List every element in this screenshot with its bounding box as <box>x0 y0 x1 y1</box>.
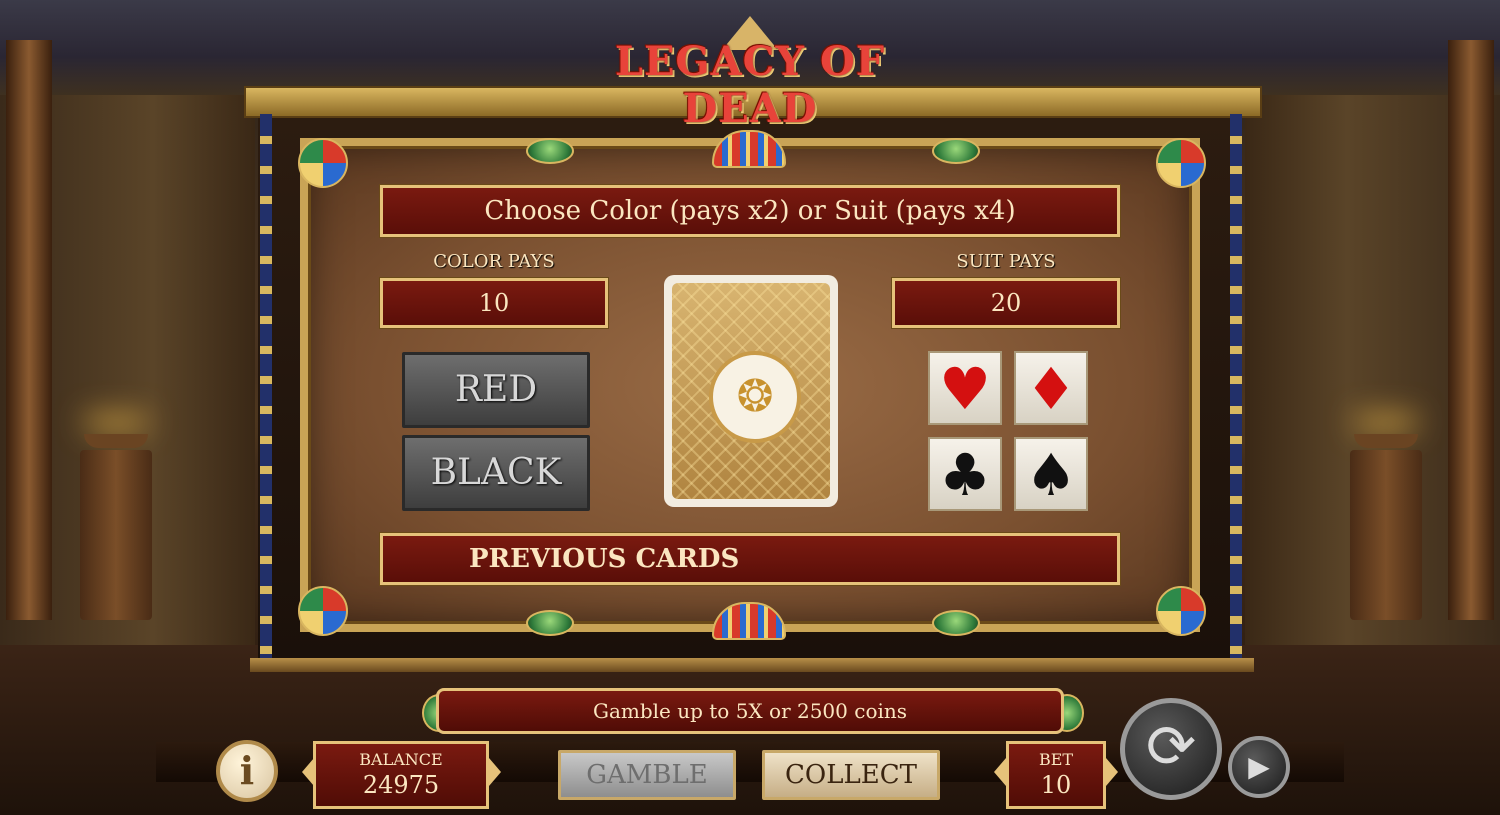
clubs-button[interactable]: ♣ <box>928 437 1002 511</box>
temple-base <box>250 658 1254 672</box>
game-title: LEGACY OF DEAD <box>614 38 886 132</box>
balance-display: BALANCE 24975 <box>313 741 489 809</box>
spin-icon: ⟳ <box>1145 712 1197 782</box>
balance-label: BALANCE <box>359 750 443 769</box>
bet-decrease-icon[interactable] <box>994 758 1006 786</box>
gamble-instruction: Choose Color (pays x2) or Suit (pays x4) <box>380 185 1120 237</box>
bet-label: BET <box>1038 750 1074 769</box>
scarab-gem-icon <box>526 138 574 164</box>
suit-pays-value: 20 <box>892 278 1120 328</box>
info-icon: i <box>239 748 255 793</box>
left-pedestal <box>80 450 152 620</box>
balance-right-arrow-icon <box>489 758 501 786</box>
corner-ornament-icon <box>298 138 348 188</box>
bet-value: 10 <box>1040 771 1072 799</box>
info-button[interactable]: i <box>216 740 278 802</box>
corner-ornament-icon <box>298 586 348 636</box>
black-button[interactable]: BLACK <box>402 435 590 511</box>
color-pays-label: COLOR PAYS <box>433 251 555 272</box>
scarab-gem-icon <box>526 610 574 636</box>
game-logo: LEGACY OF DEAD <box>560 16 940 132</box>
club-icon: ♣ <box>939 441 991 509</box>
scarab-gem-icon <box>932 610 980 636</box>
diamond-icon: ♦ <box>1025 355 1077 423</box>
spin-button[interactable]: ⟳ <box>1120 698 1222 800</box>
spades-button[interactable]: ♠ <box>1014 437 1088 511</box>
spade-icon: ♠ <box>1025 441 1077 509</box>
right-fire-bowl <box>1354 434 1418 448</box>
face-down-card: ❂ <box>664 275 838 507</box>
suit-pays-label: SUIT PAYS <box>956 251 1056 272</box>
collect-button[interactable]: COLLECT <box>762 750 940 800</box>
previous-cards-bar: PREVIOUS CARDS <box>380 533 1120 585</box>
scarab-icon: ❂ <box>736 371 774 422</box>
autoplay-button[interactable]: ▶ <box>1228 736 1290 798</box>
scarab-gem-icon <box>932 138 980 164</box>
right-pillar <box>1448 40 1494 620</box>
left-frame-stripe <box>260 114 272 660</box>
diamonds-button[interactable]: ♦ <box>1014 351 1088 425</box>
gamble-limit-message: Gamble up to 5X or 2500 coins <box>436 688 1064 734</box>
hearts-button[interactable]: ♥ <box>928 351 1002 425</box>
bet-increase-icon[interactable] <box>1106 758 1118 786</box>
heart-icon: ♥ <box>939 355 991 423</box>
color-pays-value: 10 <box>380 278 608 328</box>
autoplay-icon: ▶ <box>1248 750 1270 783</box>
left-pillar <box>6 40 52 620</box>
right-pedestal <box>1350 450 1422 620</box>
corner-ornament-icon <box>1156 586 1206 636</box>
gamble-button[interactable]: GAMBLE <box>558 750 736 800</box>
balance-value: 24975 <box>362 771 440 799</box>
card-back: ❂ <box>672 283 830 499</box>
bet-display: BET 10 <box>1006 741 1106 809</box>
red-button[interactable]: RED <box>402 352 590 428</box>
scarab-emblem: ❂ <box>709 351 801 443</box>
right-frame-stripe <box>1230 114 1242 660</box>
left-fire-bowl <box>84 434 148 448</box>
corner-ornament-icon <box>1156 138 1206 188</box>
